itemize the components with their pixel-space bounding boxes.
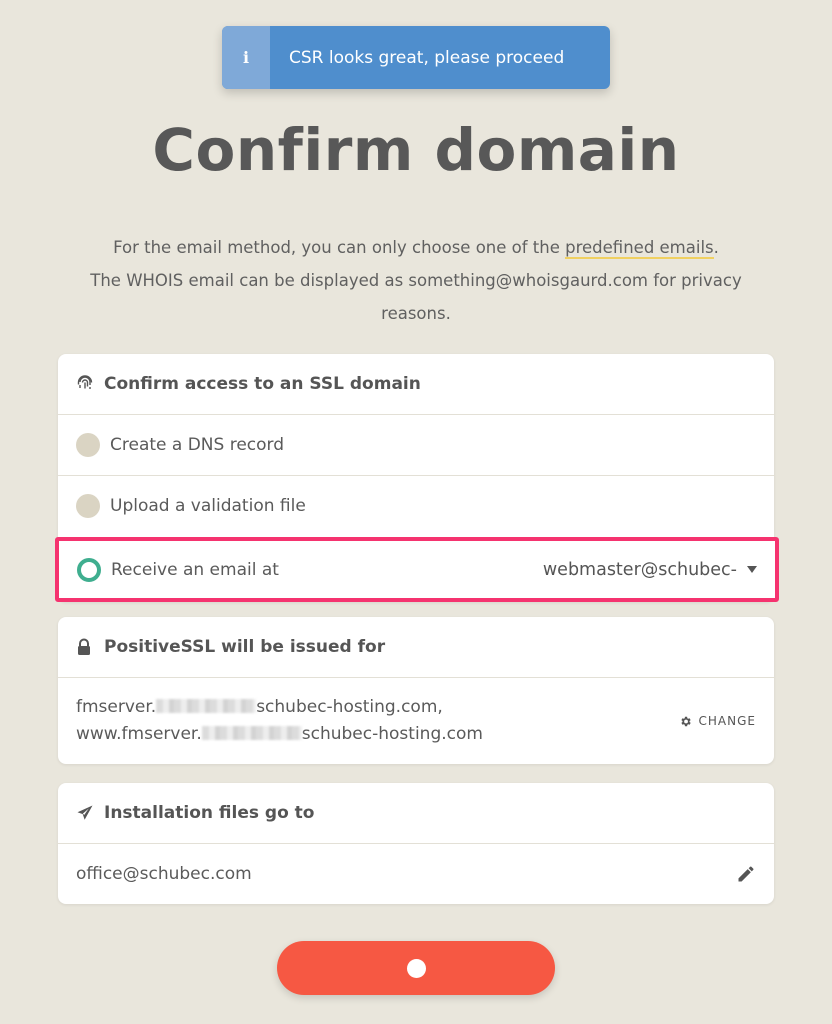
pencil-icon[interactable] (736, 864, 756, 884)
page-title: Confirm domain (152, 116, 680, 184)
paper-plane-icon (76, 804, 98, 822)
fingerprint-icon (76, 375, 98, 393)
description-line2: The WHOIS email can be displayed as some… (90, 271, 742, 323)
email-select-dropdown[interactable]: webmaster@schubec- (543, 560, 757, 580)
radio-dns[interactable] (76, 433, 100, 457)
validation-header: Confirm access to an SSL domain (58, 354, 774, 414)
gear-icon (679, 715, 692, 728)
installation-email-row: office@schubec.com (58, 843, 774, 904)
description-period: . (713, 238, 719, 257)
domain-1-prefix: fmserver. (76, 697, 157, 717)
toast-notification: i CSR looks great, please proceed (222, 26, 610, 89)
installation-header-label: Installation files go to (104, 803, 315, 823)
issued-header-label: PositiveSSL will be issued for (104, 637, 386, 657)
option-file-label: Upload a validation file (110, 496, 306, 516)
domain-2-suffix: schubec-hosting.com (301, 724, 483, 744)
domain-2-prefix: www.fmserver. (76, 724, 202, 744)
submit-button[interactable] (277, 941, 555, 995)
installation-header: Installation files go to (58, 783, 774, 843)
issued-domains-row: fmserver. schubec-hosting.com, www.fmserv… (58, 677, 774, 764)
redacted-text (156, 699, 257, 713)
info-icon: i (222, 26, 270, 89)
radio-email[interactable] (77, 557, 101, 582)
info-glyph: i (242, 48, 250, 67)
validation-header-label: Confirm access to an SSL domain (104, 374, 421, 394)
description-text: For the email method, you can only choos… (113, 238, 566, 257)
domain-1: fmserver. schubec-hosting.com, (76, 694, 483, 721)
redacted-text (201, 726, 302, 740)
domain-1-suffix: schubec-hosting.com, (256, 697, 443, 717)
issued-card: PositiveSSL will be issued for fmserver.… (58, 617, 774, 764)
installation-card: Installation files go to office@schubec.… (58, 783, 774, 904)
option-email-label: Receive an email at (111, 559, 279, 580)
option-dns-record[interactable]: Create a DNS record (58, 414, 774, 475)
option-validation-file[interactable]: Upload a validation file (58, 475, 774, 536)
change-domains-button[interactable]: CHANGE (679, 714, 756, 728)
page-description: For the email method, you can only choos… (60, 231, 772, 330)
lock-icon (76, 638, 98, 656)
change-label: CHANGE (698, 714, 756, 728)
toast-message: CSR looks great, please proceed (289, 47, 565, 68)
installation-email: office@schubec.com (76, 864, 252, 884)
radio-file[interactable] (76, 494, 100, 518)
domain-list: fmserver. schubec-hosting.com, www.fmserv… (76, 694, 483, 748)
email-select-value: webmaster@schubec- (542, 559, 737, 580)
loading-spinner-icon (406, 958, 426, 978)
predefined-emails-link[interactable]: predefined emails (565, 238, 714, 259)
issued-header: PositiveSSL will be issued for (58, 617, 774, 677)
option-dns-label: Create a DNS record (110, 435, 285, 455)
option-email[interactable]: Receive an email at webmaster@schubec- (55, 537, 779, 602)
chevron-down-icon (747, 566, 757, 573)
domain-2: www.fmserver. schubec-hosting.com (76, 721, 483, 748)
